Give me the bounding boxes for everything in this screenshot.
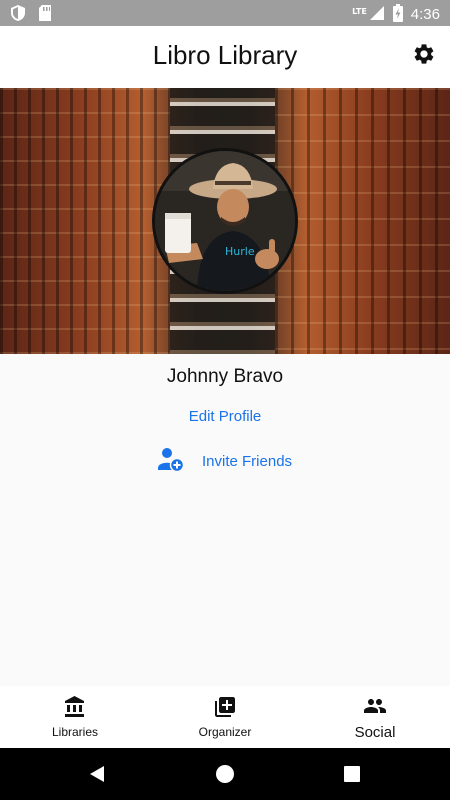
gear-icon (412, 42, 436, 70)
people-icon (362, 694, 388, 722)
shield-icon (10, 4, 26, 26)
sd-card-icon (38, 4, 52, 26)
svg-text:Hurle: Hurle (225, 245, 255, 258)
app-bar: Libro Library (0, 26, 450, 88)
add-person-icon (158, 446, 185, 476)
library-icon (63, 695, 87, 723)
signal-icon (369, 5, 385, 25)
home-icon[interactable] (215, 764, 235, 784)
page-title: Libro Library (152, 40, 298, 70)
nav-label-organizer: Organizer (198, 725, 252, 739)
cover-shelves-left (0, 88, 170, 354)
battery-charging-icon (392, 4, 403, 26)
profile-name: Johnny Bravo (166, 366, 284, 387)
avatar[interactable]: Hurle (152, 148, 298, 294)
nav-label-libraries: Libraries (51, 725, 99, 739)
nav-item-libraries[interactable]: Libraries (0, 686, 150, 748)
add-box-icon (213, 695, 237, 723)
status-bar: LTE 4:36 (0, 0, 450, 26)
nav-item-organizer[interactable]: Organizer (150, 686, 300, 748)
system-nav-bar (0, 748, 450, 800)
nav-item-social[interactable]: Social (300, 686, 450, 748)
settings-button[interactable] (410, 42, 438, 70)
bottom-nav: Libraries Organizer Social (0, 686, 450, 748)
invite-friends-label: Invite Friends (202, 452, 293, 470)
nav-label-social: Social (354, 723, 396, 741)
cover-shelves-right (275, 88, 450, 354)
edit-profile-link[interactable]: Edit Profile (0, 408, 450, 425)
network-type: LTE (352, 7, 367, 16)
status-time: 4:36 (410, 6, 440, 23)
invite-friends-button[interactable]: Invite Friends (158, 446, 292, 476)
back-icon[interactable] (88, 764, 108, 784)
recents-icon[interactable] (342, 764, 362, 784)
